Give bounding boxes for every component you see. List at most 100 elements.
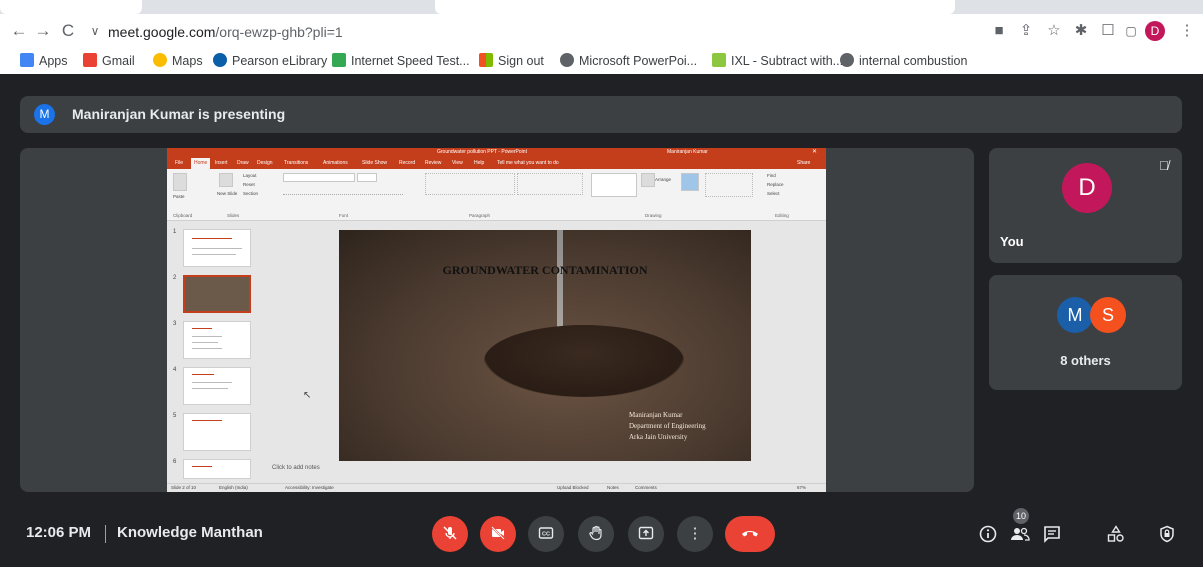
browser-chrome: ← → C ∨ meet.google.com/orq-ewzp-ghb?pli… — [0, 0, 1203, 74]
slide-thumbnails: 1 2 3 4 5 6 — [167, 221, 264, 483]
notes-toggle: Notes — [607, 485, 619, 490]
font-name-box — [283, 173, 355, 182]
section-label: Section — [243, 191, 259, 196]
others-tile[interactable]: M S 8 others — [989, 275, 1182, 390]
ppt-title-bar: Groundwater pollution PPT - PowerPoint M… — [167, 148, 826, 157]
slide-title: GROUNDWATER CONTAMINATION — [442, 263, 648, 277]
current-slide: GROUNDWATER CONTAMINATION Maniranjan Kum… — [339, 230, 751, 461]
browser-tab[interactable] — [0, 0, 142, 14]
bookmark-ixl[interactable]: IXL - Subtract with... — [712, 52, 843, 70]
ppt-ribbon-tabs: File Home Insert Draw Design Transitions… — [167, 157, 826, 169]
font-size-box — [357, 173, 377, 182]
paste-label: Paste — [173, 194, 185, 199]
water-stream — [557, 230, 563, 340]
window-icon[interactable]: ▢ — [1120, 20, 1142, 42]
camera-in-use-icon[interactable]: ■ — [988, 20, 1010, 42]
chat-button[interactable] — [1039, 522, 1065, 548]
presenting-text: Maniranjan Kumar is presenting — [72, 106, 286, 122]
address-bar[interactable]: meet.google.com/orq-ewzp-ghb?pli=1 — [108, 19, 960, 45]
new-slide-icon — [219, 173, 233, 187]
meeting-details-button[interactable] — [975, 522, 1001, 548]
bookmark-pearson[interactable]: Pearson eLibrary — [213, 52, 327, 70]
forward-icon[interactable]: → — [32, 20, 54, 42]
shared-powerpoint-window: Groundwater pollution PPT - PowerPoint M… — [167, 148, 826, 492]
present-now-button[interactable] — [628, 516, 664, 552]
camera-off-button[interactable] — [480, 516, 516, 552]
globe-icon — [560, 53, 574, 67]
info-icon — [979, 525, 997, 543]
meeting-name: Knowledge Manthan — [117, 524, 263, 541]
group-drawing: Drawing — [645, 213, 662, 218]
more-options-button[interactable]: ⋮ — [677, 516, 713, 552]
text-direction-icons — [517, 173, 583, 195]
leave-call-button[interactable] — [725, 516, 775, 552]
activities-button[interactable] — [1103, 522, 1129, 548]
layout-label: Layout — [243, 173, 257, 178]
bookmark-maps[interactable]: Maps — [153, 52, 203, 70]
maps-pin-icon — [153, 53, 167, 67]
ppt-status-bar: Slide 2 of 10 English (India) Accessibil… — [167, 483, 826, 492]
ppt-tab-active: Home — [191, 158, 211, 169]
captions-button[interactable]: CC — [528, 516, 564, 552]
meet-window: M Maniranjan Kumar is presenting Groundw… — [0, 74, 1203, 567]
bookmark-apps[interactable]: Apps — [20, 52, 68, 70]
share-page-icon[interactable]: ⇪ — [1015, 20, 1037, 42]
host-controls-button[interactable] — [1154, 522, 1180, 548]
svg-text:CC: CC — [542, 532, 550, 538]
font-formatting-icons — [283, 187, 403, 195]
people-button[interactable] — [1007, 522, 1033, 548]
meet-control-bar: 12:06 PM Knowledge Manthan CC ⋮ 10 — [0, 504, 1203, 567]
arrange-icon — [641, 173, 655, 187]
more-vert-icon: ⋮ — [687, 525, 703, 542]
extensions-icon[interactable]: ✱ — [1070, 20, 1092, 42]
present-icon — [638, 526, 654, 540]
site-info-chevron-icon[interactable]: ∨ — [84, 20, 106, 42]
slide-number: 3 — [173, 321, 177, 327]
browser-menu-icon[interactable]: ⋮ — [1176, 20, 1198, 42]
zoom-level: 67% — [797, 485, 807, 490]
reload-icon[interactable]: C — [57, 20, 79, 42]
paste-icon — [173, 173, 187, 191]
bookmark-speed-test[interactable]: Internet Speed Test... — [332, 52, 470, 70]
ppt-share: Share — [797, 160, 811, 166]
speed-test-icon — [332, 53, 346, 67]
cupped-hands-image — [484, 325, 684, 397]
slide-thumbnail — [183, 229, 251, 267]
side-panel-icon[interactable]: ☐ — [1097, 20, 1119, 42]
activities-shapes-icon — [1107, 525, 1124, 542]
ixl-icon — [712, 53, 726, 67]
ppt-tab: Insert — [215, 160, 228, 166]
group-paragraph: Paragraph — [469, 213, 491, 218]
url-path: /orq-ewzp-ghb?pli=1 — [215, 24, 343, 40]
slide-thumbnail-selected — [183, 275, 251, 313]
raise-hand-button[interactable] — [578, 516, 614, 552]
bookmark-sign-out[interactable]: Sign out — [479, 52, 544, 70]
raise-hand-icon — [589, 525, 602, 541]
people-icon — [1011, 527, 1030, 541]
browser-tab-active[interactable] — [435, 0, 955, 14]
paragraph-icons — [425, 173, 515, 195]
ppt-window-title: Groundwater pollution PPT - PowerPoint — [437, 149, 527, 155]
mic-off-button[interactable] — [432, 516, 468, 552]
bookmark-powerpoint[interactable]: Microsoft PowerPoi... — [560, 52, 697, 70]
bookmark-gmail[interactable]: Gmail — [83, 52, 135, 70]
gmail-icon — [83, 53, 97, 67]
slide-thumbnail — [183, 367, 251, 405]
find-label: Find — [767, 173, 776, 178]
close-icon: ✕ — [812, 149, 818, 155]
slide-counter: Slide 2 of 10 — [171, 485, 197, 490]
bookmark-internal-combustion[interactable]: internal combustion — [840, 52, 967, 70]
ppt-workspace: 1 2 3 4 5 6 GROUNDWATER CONTAMINATION Ma… — [167, 221, 826, 483]
url-host: meet.google.com — [108, 24, 216, 40]
credit-university: Arka Jain University — [629, 433, 688, 441]
bookmark-star-icon[interactable]: ☆ — [1043, 20, 1065, 42]
ppt-tab: Review — [425, 160, 442, 166]
profile-avatar[interactable]: D — [1145, 21, 1165, 41]
self-tile[interactable]: 🎙̸ D You — [989, 148, 1182, 263]
back-icon[interactable]: ← — [8, 20, 30, 42]
new-slide-label: New Slide — [217, 191, 238, 196]
mouse-cursor-icon: ↖ — [303, 390, 312, 401]
ppt-tab: View — [452, 160, 463, 166]
shield-lock-icon — [1160, 525, 1174, 543]
self-avatar: D — [1062, 163, 1112, 213]
